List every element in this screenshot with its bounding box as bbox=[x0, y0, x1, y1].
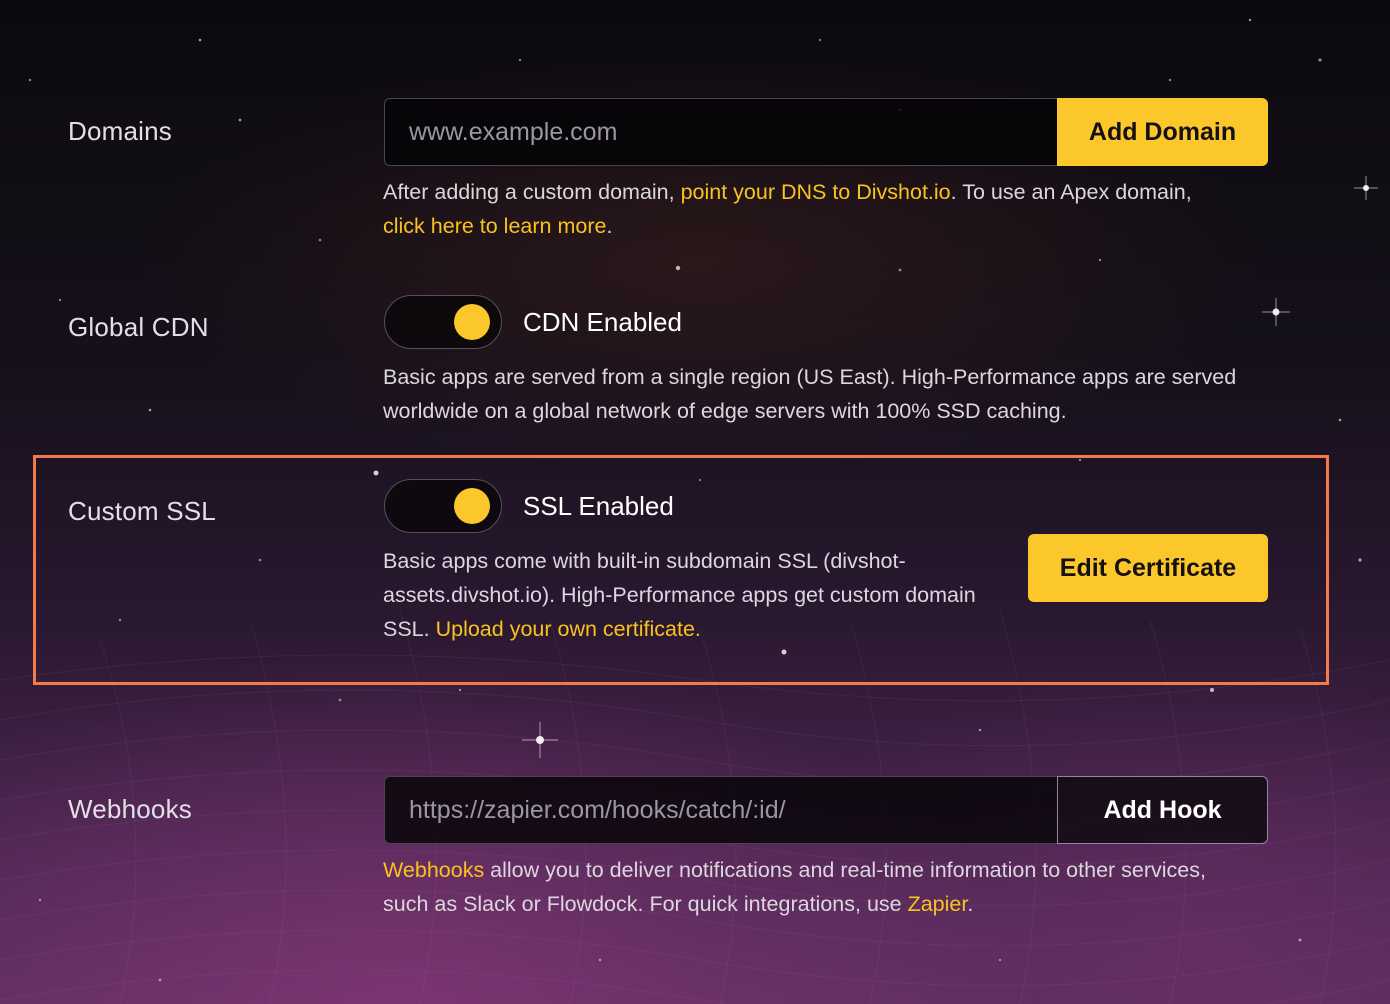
cdn-toggle-knob bbox=[454, 304, 490, 340]
cdn-toggle[interactable] bbox=[384, 295, 502, 349]
domains-help-text-1: After adding a custom domain, bbox=[383, 180, 681, 204]
domain-input[interactable] bbox=[384, 98, 1057, 166]
cdn-help-text: Basic apps are served from a single regi… bbox=[383, 365, 1237, 423]
ssl-toggle-label: SSL Enabled bbox=[523, 491, 674, 521]
add-hook-button[interactable]: Add Hook bbox=[1057, 776, 1268, 844]
domains-help-text: After adding a custom domain, point your… bbox=[383, 175, 1203, 243]
webhooks-label: Webhooks bbox=[68, 794, 192, 824]
ssl-toggle[interactable] bbox=[384, 479, 502, 533]
upload-certificate-link[interactable]: Upload your own certificate. bbox=[436, 617, 701, 641]
ssl-toggle-knob bbox=[454, 488, 490, 524]
add-domain-button[interactable]: Add Domain bbox=[1057, 98, 1268, 166]
webhook-input-group: Add Hook bbox=[384, 776, 1268, 844]
domains-help-text-2: . To use an Apex domain, bbox=[950, 180, 1192, 204]
domains-help-text-3: . bbox=[606, 214, 613, 238]
webhooks-help-text-2: . bbox=[967, 892, 974, 916]
webhooks-link[interactable]: Webhooks bbox=[383, 858, 484, 882]
custom-ssl-label: Custom SSL bbox=[68, 496, 216, 526]
cdn-toggle-label: CDN Enabled bbox=[523, 307, 682, 337]
webhooks-help-text: Webhooks allow you to deliver notificati… bbox=[383, 853, 1213, 921]
webhooks-help-text-1: allow you to deliver notifications and r… bbox=[383, 858, 1206, 916]
domain-input-group: Add Domain bbox=[384, 98, 1268, 166]
edit-certificate-button[interactable]: Edit Certificate bbox=[1028, 534, 1268, 602]
zapier-link[interactable]: Zapier bbox=[908, 892, 968, 916]
learn-more-link[interactable]: click here to learn more bbox=[383, 214, 606, 238]
domains-label: Domains bbox=[68, 116, 172, 146]
global-cdn-label: Global CDN bbox=[68, 312, 209, 342]
ssl-help-text: Basic apps come with built-in subdomain … bbox=[383, 544, 983, 646]
point-dns-link[interactable]: point your DNS to Divshot.io bbox=[681, 180, 951, 204]
webhook-url-input[interactable] bbox=[384, 776, 1057, 844]
